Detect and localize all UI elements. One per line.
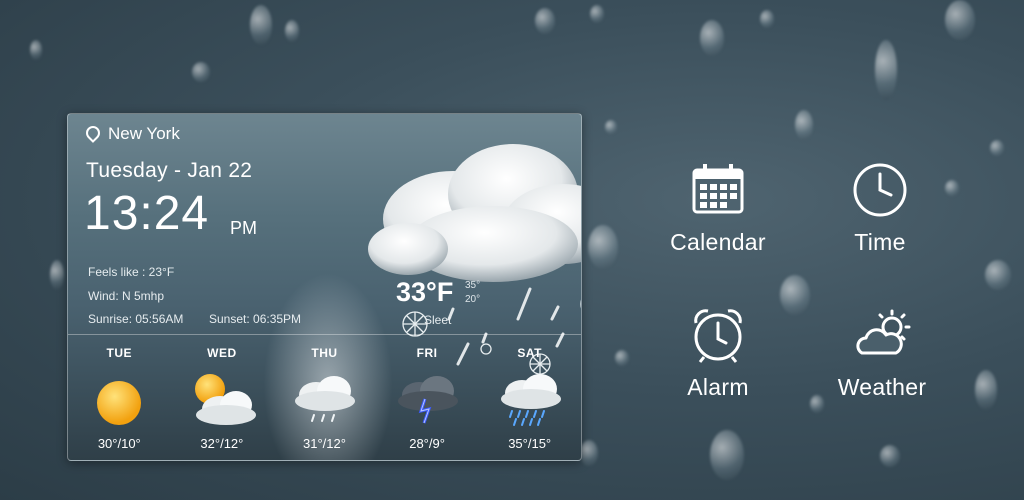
heavy-rain-icon	[500, 374, 561, 426]
forecast-day-name: FRI	[416, 346, 438, 360]
forecast-day[interactable]: FRI 28°/9°	[376, 336, 479, 460]
current-temperature: 33°F	[396, 277, 454, 307]
forecast-day-name: SAT	[517, 346, 542, 360]
divider	[68, 334, 581, 335]
feels-like: Feels like : 23°F	[88, 265, 175, 279]
partly-cloudy-icon	[194, 374, 256, 425]
location[interactable]: New York	[83, 123, 180, 144]
sunrise: Sunrise: 05:56AM	[88, 312, 184, 326]
date-label: Tuesday - Jan 22	[86, 159, 253, 182]
app-background: { "widget": { "location": "New York", "d…	[0, 0, 1024, 500]
forecast-temps: 35°/15°	[508, 436, 552, 451]
forecast-day-name: WED	[207, 346, 237, 360]
weather-app[interactable]: Weather	[822, 305, 942, 401]
calendar-label: Calendar	[670, 229, 766, 255]
weather-icon	[856, 309, 911, 355]
alarm-clock-icon	[694, 309, 742, 363]
calendar-app[interactable]: Calendar	[658, 160, 778, 256]
wind: Wind: N 5mhp	[88, 289, 165, 303]
location-pin-icon	[83, 123, 103, 143]
clock-time[interactable]: 13:24	[84, 186, 209, 241]
forecast-temps: 30°/10°	[97, 436, 141, 451]
clock-icon	[853, 163, 907, 217]
time-label: Time	[854, 229, 906, 255]
sunny-icon	[97, 381, 142, 425]
forecast-day[interactable]: TUE 30°/10°	[68, 336, 171, 460]
high-temperature: 35°	[465, 280, 481, 291]
forecast-temps: 28°/9°	[409, 436, 445, 451]
low-temperature: 20°	[465, 294, 481, 305]
location-name: New York	[108, 124, 180, 143]
weather-widget[interactable]: New York Tuesday - Jan 22 13:24 PM Feels…	[67, 113, 582, 461]
forecast-day[interactable]: THU 31°/12°	[273, 336, 376, 460]
forecast-day-name: TUE	[106, 346, 133, 360]
time-app[interactable]: Time	[820, 160, 940, 256]
forecast-strip: TUE 30°/10° WED 32°/12° THU 31°/12° FRI …	[68, 336, 581, 460]
alarm-label: Alarm	[687, 374, 749, 400]
forecast-day[interactable]: WED 32°/12°	[171, 336, 274, 460]
forecast-day-name: THU	[311, 346, 338, 360]
calendar-icon	[692, 164, 744, 214]
condition-label: Sleet	[424, 313, 452, 327]
rain-cloud-icon	[295, 376, 356, 422]
clock-ampm: PM	[230, 218, 257, 238]
forecast-day[interactable]: SAT 35°/15°	[478, 336, 581, 460]
sunset: Sunset: 06:35PM	[209, 312, 302, 326]
forecast-temps: 31°/12°	[303, 436, 346, 451]
thunderstorm-icon	[398, 376, 459, 424]
alarm-app[interactable]: Alarm	[658, 305, 778, 401]
forecast-temps: 32°/12°	[200, 436, 244, 451]
weather-label: Weather	[837, 374, 927, 400]
